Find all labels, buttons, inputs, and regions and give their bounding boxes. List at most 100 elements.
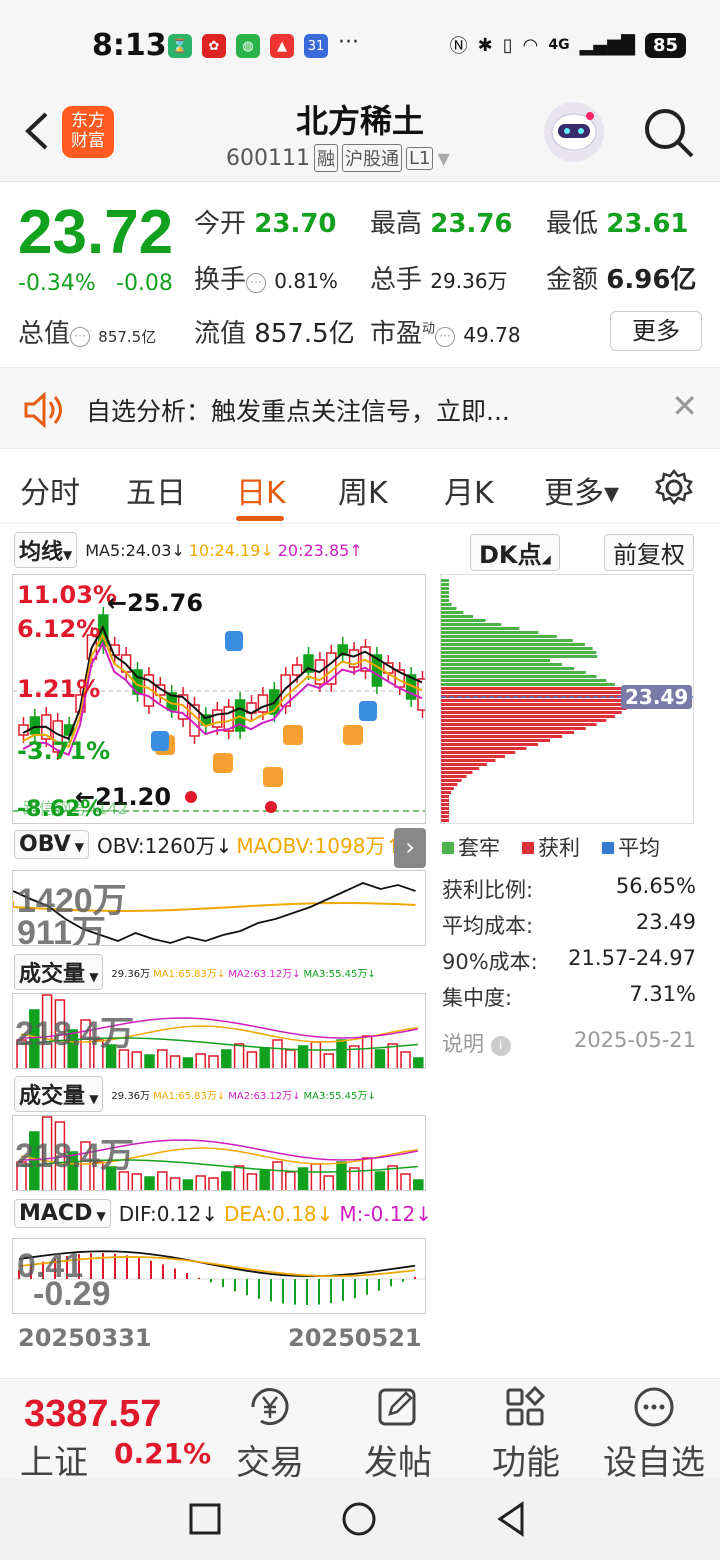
chip-bar [441, 635, 557, 638]
gear-icon[interactable] [654, 468, 694, 508]
volume-bar [144, 1054, 155, 1068]
chip-bar [441, 591, 449, 594]
pct-label-mid: 1.21% [17, 675, 101, 703]
kline-chart[interactable]: 11.03% 6.12% 1.21% -3.71% -8.62% ←25.76 … [12, 574, 426, 824]
tab-weekly-k[interactable]: 周K [338, 468, 388, 512]
volume-bar [272, 1161, 283, 1190]
tab-more[interactable]: 更多▾ [544, 468, 619, 512]
search-button[interactable] [638, 102, 698, 162]
pe-ratio[interactable]: 市盈动 ··· 49.78 [370, 313, 521, 350]
dk-point-button[interactable]: DK点◢ [470, 534, 560, 571]
macd-selector[interactable]: MACD ▼ [14, 1199, 111, 1228]
chip-bar [441, 763, 487, 766]
obv-indicator-row: OBV ▼ OBV:1260万↓ MAOBV:1098万↑ [14, 830, 402, 859]
chip-bar [441, 707, 627, 710]
volume-bar [208, 1055, 219, 1068]
tab-daily-k[interactable]: 日K [236, 468, 286, 512]
yen-circle-icon [251, 1388, 289, 1426]
pct-label-2: 6.12% [17, 615, 101, 643]
note-row[interactable]: 说明 i 2025-05-21 [442, 1028, 696, 1064]
macd-m-value: M:-0.12↓ [339, 1201, 432, 1226]
chevron-down-icon: ▼ [437, 148, 450, 168]
index-percent: 0.21% [114, 1437, 212, 1470]
float-market-value: 流值 857.5亿 [194, 319, 355, 349]
forward-adjust-button[interactable]: 前复权 [604, 534, 694, 571]
high-marker: ←25.76 [107, 589, 204, 617]
s-marker [151, 731, 169, 751]
obv-value: OBV:1260万↓ [97, 834, 233, 858]
total-market-value[interactable]: 总值 ··· 857.5亿 [18, 313, 156, 350]
watermark-text: 路信钢号4142 [23, 799, 128, 818]
recents-button[interactable] [188, 1502, 222, 1536]
volume-selector-2[interactable]: 成交量 ▼ [14, 1076, 104, 1112]
ma-indicator-row: 均线▼ MA5:24.03↓ 10:24.19↓ 20:23.85↑ [14, 532, 454, 568]
chip-bar [441, 647, 593, 650]
ma-selector[interactable]: 均线▼ [14, 532, 78, 568]
home-button[interactable] [340, 1500, 378, 1538]
chip-bar [441, 807, 449, 810]
turnover-rate[interactable]: 换手 ··· 0.81% [194, 259, 338, 296]
chip-bar [441, 739, 551, 742]
s-marker [359, 701, 377, 721]
obv-selector[interactable]: OBV ▼ [14, 830, 90, 859]
notification-icons: ⌛ ✿ ◍ ▲ 31 ··· [168, 32, 359, 58]
chart-period-tabs: 分时 五日 日K 周K 月K 更多▾ [0, 458, 720, 524]
functions-button[interactable]: 功能 [466, 1385, 586, 1484]
volume-bar [195, 1175, 206, 1190]
macd-chart[interactable]: 0.41 -0.29 [12, 1238, 426, 1314]
stock-code-line[interactable]: 600111 融 沪股通 L1 ▼ [226, 144, 450, 172]
chip-bar [441, 767, 480, 770]
volume-chart-2[interactable]: 218.4万 [12, 1115, 426, 1191]
volume-bar [233, 1165, 245, 1190]
more-quote-button[interactable]: 更多 [610, 311, 702, 351]
chip-bar [441, 719, 607, 722]
volume-bar [310, 1163, 322, 1190]
quote-panel: 23.72 -0.34% -0.08 总值 ··· 857.5亿 今开 23.70… [0, 183, 720, 365]
chip-bar [441, 759, 496, 762]
volume-bar [157, 1049, 168, 1068]
candle [29, 716, 41, 735]
volume-bar [157, 1171, 168, 1190]
robot-assistant-icon[interactable] [544, 102, 604, 162]
volume-selector-1[interactable]: 成交量 ▼ [14, 954, 104, 990]
t-marker [283, 725, 303, 745]
chip-bar [441, 819, 449, 822]
analysis-alert[interactable]: 自选分析：触发重点关注信号，立即... ✕ [0, 367, 720, 449]
candle [291, 664, 303, 676]
volume-chart-1[interactable]: 218.4万 [12, 993, 426, 1069]
wechat-icon: ◍ [236, 34, 260, 58]
add-watchlist-button[interactable]: 设自选 [594, 1385, 714, 1484]
tab-five-day[interactable]: 五日 [126, 468, 186, 512]
post-button[interactable]: 发帖 [338, 1385, 458, 1484]
chart-app-icon: ▲ [270, 34, 294, 58]
high-price: 最高 23.76 [370, 209, 513, 239]
index-value: 3387.57 [24, 1393, 162, 1435]
chip-bar [441, 795, 449, 798]
chip-bar [441, 699, 631, 702]
close-icon[interactable]: ✕ [671, 390, 698, 422]
date-start: 20250331 [18, 1324, 152, 1352]
obv-chart[interactable]: 1420万 911万 [12, 870, 426, 946]
chip-bar [441, 811, 449, 814]
macd-indicator-row: MACD ▼ DIF:0.12↓ DEA:0.18↓ M:-0.12↓ [14, 1199, 432, 1228]
legend-profit: 获利 [522, 832, 580, 862]
volume-bar [169, 1055, 181, 1068]
volume-bar [259, 1169, 270, 1190]
tab-intraday[interactable]: 分时 [20, 468, 80, 512]
chip-distribution-chart[interactable]: 23.49 [440, 574, 694, 824]
chevron-right-icon[interactable]: › [394, 828, 426, 868]
back-nav-button[interactable] [494, 1500, 528, 1538]
chip-bar [441, 727, 586, 730]
volume-bar [336, 1161, 347, 1190]
trade-button[interactable]: 交易 [210, 1385, 330, 1484]
level-tag: L1 [405, 146, 434, 170]
t-marker [343, 725, 363, 745]
chip-bar [441, 747, 527, 750]
chip-bar [441, 675, 597, 678]
hourglass-icon: ⌛ [168, 34, 192, 58]
volume-bar [182, 1179, 194, 1190]
chip-bar [441, 651, 597, 654]
volume-bar [246, 1051, 258, 1068]
alert-text: 自选分析：触发重点关注信号，立即... [86, 397, 510, 426]
tab-monthly-k[interactable]: 月K [444, 468, 494, 512]
